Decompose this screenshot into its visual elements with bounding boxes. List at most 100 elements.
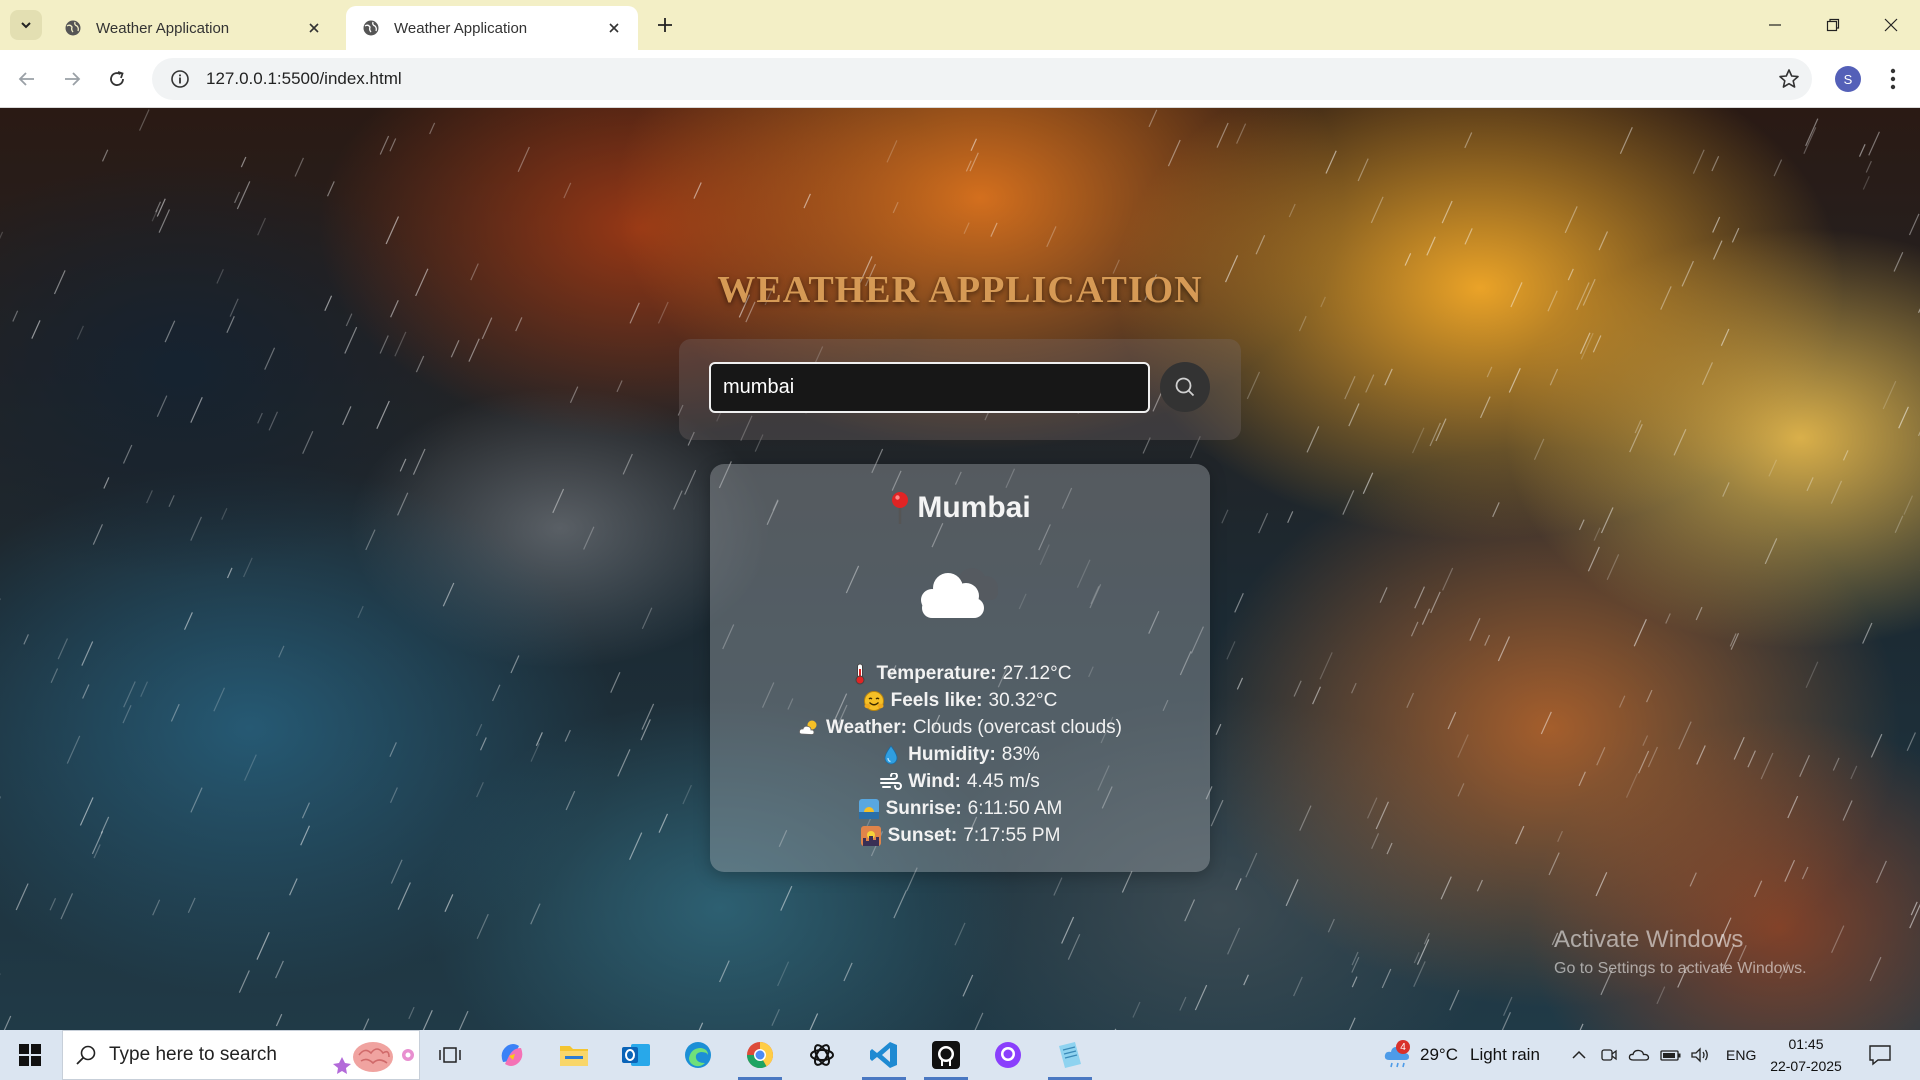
reload-icon <box>110 71 124 86</box>
info-icon <box>171 70 189 88</box>
taskbar-outlook[interactable] <box>606 1030 666 1080</box>
detail-value: 7:17:55 PM <box>963 824 1061 846</box>
window-controls <box>1746 0 1920 50</box>
task-view-button[interactable] <box>420 1030 480 1080</box>
taskbar-clock[interactable]: 01:45 22-07-2025 <box>1768 1033 1844 1077</box>
city-search-input[interactable] <box>709 362 1150 413</box>
taskbar-github-purple[interactable] <box>978 1030 1038 1080</box>
taskbar-weather-condition: Light rain <box>1469 1045 1540 1064</box>
tab-title: Weather Application <box>96 19 230 37</box>
url-text: 127.0.0.1:5500/index.html <box>206 69 402 88</box>
detail-value: 27.12°C <box>1002 662 1072 684</box>
sunset-icon <box>860 825 882 847</box>
watermark-title: Activate Windows <box>1554 926 1744 953</box>
clock-time: 01:45 <box>1788 1036 1824 1052</box>
detail-weather: Weather: Clouds (overcast clouds) <box>710 714 1210 741</box>
brain-search-highlight-icon <box>333 1042 414 1074</box>
thermometer-icon <box>849 663 871 685</box>
globe-icon <box>363 20 379 36</box>
arrow-left-icon <box>18 72 34 86</box>
cloud-icon <box>921 568 998 618</box>
input-language[interactable]: ENG <box>1726 1047 1756 1063</box>
wind-icon <box>880 771 903 793</box>
meet-now-icon[interactable] <box>1600 1046 1618 1064</box>
sun-behind-cloud-icon <box>798 717 820 739</box>
github-purple-icon <box>995 1042 1021 1068</box>
search-icon <box>1175 377 1195 397</box>
watermark-subtitle: Go to Settings to activate Windows. <box>1554 960 1807 977</box>
detail-temperature: Temperature: 27.12°C <box>710 660 1210 687</box>
back-button[interactable] <box>12 64 42 94</box>
taskbar-file-explorer[interactable] <box>544 1030 604 1080</box>
profile-avatar[interactable]: S <box>1835 66 1861 92</box>
taskbar-search-box[interactable]: Type here to search <box>62 1030 420 1080</box>
battery-icon[interactable] <box>1660 1046 1682 1064</box>
taskbar-github-desktop[interactable] <box>916 1030 976 1080</box>
new-tab-button[interactable] <box>652 12 678 38</box>
droplet-icon <box>880 744 902 766</box>
browser-toolbar: 127.0.0.1:5500/index.html <box>0 50 1920 108</box>
edge-icon <box>685 1042 711 1068</box>
weather-details: Temperature: 27.12°C Feels like: 30.32°C… <box>710 660 1210 849</box>
taskbar-chrome[interactable] <box>730 1030 790 1080</box>
windows-taskbar: Type here to search 4 29°C Light rain EN… <box>0 1030 1920 1080</box>
vscode-icon <box>870 1042 897 1068</box>
bookmark-star-icon[interactable] <box>1778 68 1800 90</box>
tab-search-button[interactable] <box>10 10 42 40</box>
detail-sunset: Sunset: 7:17:55 PM <box>710 822 1210 849</box>
city-heading: Mumbai <box>710 490 1210 526</box>
detail-label: Wind: <box>908 770 961 792</box>
taskbar-weather-widget[interactable]: 4 29°C Light rain <box>1382 1030 1540 1080</box>
page-viewport: WEATHER APPLICATION Mumbai <box>0 108 1920 1030</box>
detail-value: 83% <box>1001 743 1040 765</box>
minimize-icon <box>1769 24 1781 26</box>
onedrive-icon[interactable] <box>1628 1046 1650 1064</box>
address-bar[interactable]: 127.0.0.1:5500/index.html <box>152 58 1812 100</box>
tab-close-icon[interactable] <box>306 20 322 36</box>
github-icon <box>932 1041 960 1069</box>
forward-button[interactable] <box>57 64 87 94</box>
arrow-right-icon <box>65 72 81 86</box>
volume-icon[interactable] <box>1690 1046 1712 1064</box>
detail-value: 30.32°C <box>988 689 1058 711</box>
start-button[interactable] <box>0 1030 60 1080</box>
detail-value: 6:11:50 AM <box>967 797 1063 819</box>
taskbar-copilot[interactable] <box>482 1030 542 1080</box>
restore-icon <box>1826 18 1840 32</box>
clock-date: 22-07-2025 <box>1770 1058 1842 1074</box>
notification-icon <box>1869 1045 1891 1066</box>
detail-label: Weather: <box>825 716 907 738</box>
site-info-button[interactable] <box>160 69 200 89</box>
taskbar-search-placeholder: Type here to search <box>109 1044 277 1065</box>
detail-label: Temperature: <box>876 662 997 684</box>
tab-title: Weather Application <box>394 19 528 37</box>
chevron-up-icon[interactable] <box>1570 1046 1588 1064</box>
taskbar-weather-temp: 29°C <box>1420 1045 1458 1064</box>
restore-button[interactable] <box>1804 0 1862 50</box>
weather-alert-badge: 4 <box>1396 1040 1410 1054</box>
taskbar-edge[interactable] <box>668 1030 728 1080</box>
taskbar-notepad[interactable] <box>1040 1030 1100 1080</box>
detail-feels-like: Feels like: 30.32°C <box>710 687 1210 714</box>
search-button[interactable] <box>1160 362 1210 412</box>
tab-close-icon[interactable] <box>606 20 622 36</box>
detail-label: Sunrise: <box>885 797 962 819</box>
city-name: Mumbai <box>917 491 1031 524</box>
notepad-icon <box>1059 1042 1081 1068</box>
taskbar-chatgpt[interactable] <box>792 1030 852 1080</box>
tab-weather-app-1[interactable]: Weather Application <box>48 6 338 50</box>
more-vertical-icon <box>1890 68 1896 90</box>
minimize-button[interactable] <box>1746 0 1804 50</box>
action-center-button[interactable] <box>1850 1030 1910 1080</box>
browser-menu-button[interactable] <box>1880 64 1906 94</box>
app-title: WEATHER APPLICATION <box>717 269 1203 311</box>
chrome-icon <box>746 1042 774 1069</box>
browser-tab-bar: Weather Application Weather Application <box>0 0 1920 50</box>
close-window-button[interactable] <box>1862 0 1920 50</box>
taskbar-vscode[interactable] <box>854 1030 914 1080</box>
reload-button[interactable] <box>102 64 132 94</box>
detail-humidity: Humidity: 83% <box>710 741 1210 768</box>
folder-icon <box>560 1046 588 1066</box>
tab-weather-app-2[interactable]: Weather Application <box>346 6 638 50</box>
globe-icon <box>65 20 81 36</box>
